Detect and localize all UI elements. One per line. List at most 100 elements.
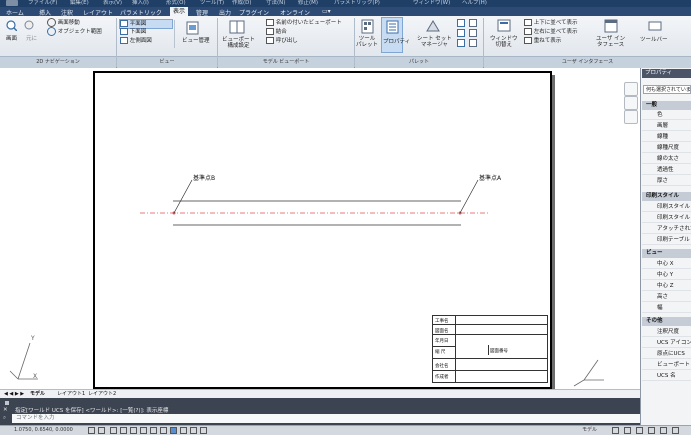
toolbars-button[interactable] (648, 19, 662, 33)
layout-sheet[interactable]: 基準点B 基準点A 工事名 図面名 年月日 縮 尺 図面番号 会社名 作成者 (93, 71, 552, 389)
otrack-icon[interactable] (140, 427, 147, 434)
pan-nav-button[interactable] (624, 96, 638, 110)
quick-props-icon[interactable] (190, 427, 197, 434)
menu-item[interactable]: 修正(M) (298, 0, 318, 7)
steering-wheel-button[interactable] (624, 82, 638, 96)
design-center-icon[interactable] (457, 19, 465, 27)
layout-tab-layout1[interactable]: レイアウト1 (57, 390, 85, 398)
switch-windows-button[interactable] (497, 19, 511, 33)
lock-icon[interactable] (648, 427, 655, 434)
transparency-icon[interactable] (180, 427, 187, 434)
view-manager-button[interactable] (186, 21, 199, 35)
property-row[interactable]: 画層 (642, 122, 691, 131)
pan-button[interactable] (6, 20, 17, 31)
join-button[interactable]: 結合 (266, 28, 287, 36)
menu-item[interactable]: ウィンドウ(W) (413, 0, 450, 7)
viewport-config-button[interactable] (229, 20, 245, 34)
menu-item[interactable]: 編集(E) (70, 0, 89, 7)
property-row[interactable]: UCS アイコン (642, 339, 691, 348)
back-button[interactable] (24, 20, 34, 30)
tab-view[interactable]: 表示 (170, 7, 189, 16)
property-row[interactable]: 透過性 (642, 166, 691, 175)
category-general[interactable]: 一般 (642, 101, 691, 110)
property-row[interactable]: UCS 名 (642, 372, 691, 381)
annotation-scale-icon[interactable] (624, 427, 631, 434)
model-space-label[interactable]: モデル (582, 426, 597, 435)
layer-icon[interactable] (457, 39, 465, 47)
tab-nav-arrows[interactable]: ◀ ◀ ▶ ▶ (4, 390, 24, 398)
grid-icon[interactable] (98, 427, 105, 434)
search-icon[interactable]: ⌕ (3, 415, 6, 422)
property-row[interactable]: 印刷スタイル (642, 214, 691, 223)
menu-item[interactable]: ヘルプ(H) (462, 0, 487, 7)
menu-item[interactable]: パラメトリック(P) (334, 0, 380, 7)
view-left-item[interactable]: 左側面図 (120, 37, 152, 45)
polar-icon[interactable] (120, 427, 127, 434)
property-row[interactable]: 線の太さ (642, 155, 691, 164)
menu-item[interactable]: 表示(V) (103, 0, 122, 7)
ducs-icon[interactable] (150, 427, 157, 434)
restore-button[interactable]: 呼び出し (266, 37, 298, 45)
property-row[interactable]: 印刷テーブル (642, 236, 691, 245)
lineweight-icon[interactable] (170, 427, 177, 434)
dbconnect-icon[interactable] (469, 29, 477, 37)
pan-realtime-button[interactable]: 画面移動 (47, 18, 80, 27)
named-viewports-button[interactable]: 名前の付いたビューポート (266, 19, 342, 27)
category-misc[interactable]: その他 (642, 317, 691, 326)
property-row[interactable]: 線種尺度 (642, 144, 691, 153)
osnap-icon[interactable] (130, 427, 137, 434)
property-row[interactable]: 印刷スタイル (642, 203, 691, 212)
command-line-icon[interactable] (469, 39, 477, 47)
tab-overflow[interactable]: ▭▾ (322, 8, 331, 15)
selection-dropdown[interactable]: 何も選択されていません (643, 85, 691, 94)
sheet-set-button[interactable] (425, 19, 441, 33)
menu-item[interactable]: ツール(T) (200, 0, 224, 7)
dyn-icon[interactable] (160, 427, 167, 434)
menu-item[interactable]: 挿入(I) (132, 0, 149, 7)
menu-item[interactable]: 作成(D) (232, 0, 252, 7)
calculator-icon[interactable] (457, 29, 465, 37)
properties-button[interactable]: プロパティ (381, 17, 410, 53)
category-view[interactable]: ビュー (642, 249, 691, 258)
tool-palette-button[interactable] (361, 19, 374, 34)
property-row[interactable]: 色 (642, 111, 691, 120)
markup-icon[interactable] (469, 19, 477, 27)
property-row[interactable]: アタッチされた (642, 225, 691, 234)
ortho-icon[interactable] (110, 427, 117, 434)
hardware-icon[interactable] (660, 427, 667, 434)
zoom-extents-button[interactable]: オブジェクト範囲 (47, 27, 102, 36)
property-row[interactable]: 厚さ (642, 177, 691, 186)
property-row[interactable]: ビューポート (642, 361, 691, 370)
snap-icon[interactable] (88, 427, 95, 434)
user-interface-button[interactable] (604, 19, 618, 33)
app-menu-button[interactable] (6, 0, 18, 6)
property-row[interactable]: 線種 (642, 133, 691, 142)
command-input[interactable]: コマンドを入力 (12, 414, 640, 423)
property-row[interactable]: 高さ (642, 293, 691, 302)
property-row[interactable]: 原点にUCS (642, 350, 691, 359)
property-row[interactable]: 幅 (642, 304, 691, 313)
quick-view-icon[interactable] (612, 427, 619, 434)
tile-horizontal-button[interactable]: 上下に並べて表示 (524, 19, 578, 27)
layout-tab-layout2[interactable]: レイアウト2 (88, 390, 116, 398)
menu-item[interactable]: ファイル(F) (28, 0, 57, 7)
clean-screen-icon[interactable] (672, 427, 679, 434)
property-row[interactable]: 注釈尺度 (642, 328, 691, 337)
layout-tab-model[interactable]: モデル (30, 390, 45, 398)
panel-palettes: パレット (355, 56, 483, 68)
menu-item[interactable]: 形式(O) (166, 0, 186, 7)
tile-vertical-button[interactable]: 左右に並べて表示 (524, 28, 578, 36)
close-icon[interactable]: ✕ (3, 407, 8, 413)
selection-cycling-icon[interactable] (200, 427, 207, 434)
category-plot-style[interactable]: 印刷スタイル (642, 192, 691, 201)
property-row[interactable]: 中心 Y (642, 271, 691, 280)
property-row[interactable]: 中心 Z (642, 282, 691, 291)
zoom-nav-button[interactable] (624, 110, 638, 124)
view-bottom-item[interactable]: 下面図 (120, 28, 146, 36)
cascade-button[interactable]: 重ねて表示 (524, 37, 561, 45)
menu-item[interactable]: 寸法(N) (266, 0, 285, 7)
gallery-scroll[interactable] (174, 20, 177, 48)
workspace-icon[interactable] (636, 427, 643, 434)
command-window-grip[interactable] (5, 401, 9, 405)
property-row[interactable]: 中心 X (642, 260, 691, 269)
